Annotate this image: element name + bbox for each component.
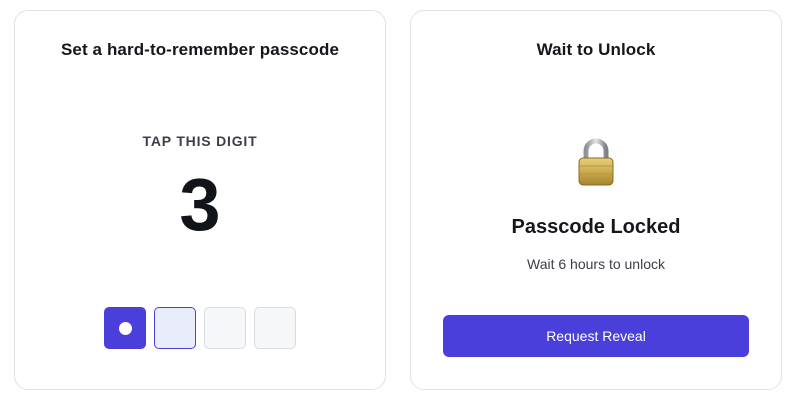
padlock-icon bbox=[578, 138, 614, 186]
passcode-slots bbox=[104, 307, 296, 349]
unlock-card-title: Wait to Unlock bbox=[536, 40, 656, 59]
target-digit: 3 bbox=[179, 163, 221, 246]
unlock-card: Wait to Unlock Passcode Locked Wait 6 ho… bbox=[410, 10, 782, 390]
passcode-slot-2[interactable] bbox=[154, 307, 196, 349]
passcode-slot-4[interactable] bbox=[254, 307, 296, 349]
filled-digit-dot bbox=[118, 321, 132, 335]
passcode-setup-card: Set a hard-to-remember passcode TAP THIS… bbox=[14, 10, 386, 390]
passcode-slot-3[interactable] bbox=[204, 307, 246, 349]
tap-digit-caption: TAP THIS DIGIT bbox=[142, 133, 258, 149]
passcode-locked-title: Passcode Locked bbox=[511, 216, 681, 238]
passcode-slot-1[interactable] bbox=[104, 307, 146, 349]
setup-card-title: Set a hard-to-remember passcode bbox=[60, 40, 340, 59]
wait-time-text: Wait 6 hours to unlock bbox=[527, 256, 665, 272]
request-reveal-button[interactable]: Request Reveal bbox=[443, 315, 749, 357]
